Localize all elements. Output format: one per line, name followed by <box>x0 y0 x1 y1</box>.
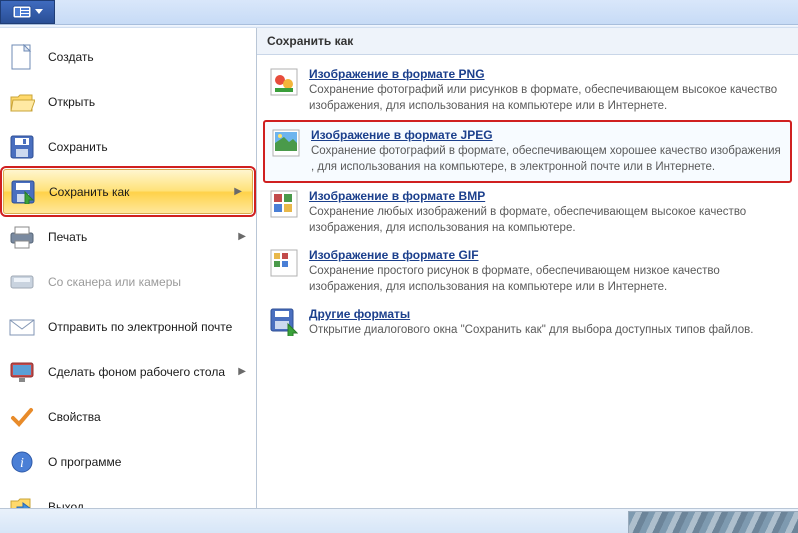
dropdown-arrow-icon <box>35 9 43 15</box>
format-desc: Сохранение любых изображений в формате, … <box>309 205 786 236</box>
file-menu-right: Сохранить как Изображение в формате PNG … <box>257 28 798 508</box>
menu-label: Сохранить <box>48 140 108 154</box>
submenu-header: Сохранить как <box>257 28 798 55</box>
gif-icon <box>269 248 299 278</box>
svg-text:i: i <box>20 456 24 471</box>
format-text: Изображение в формате PNG Сохранение фот… <box>309 67 786 114</box>
format-item-png[interactable]: Изображение в формате PNG Сохранение фот… <box>263 61 792 120</box>
format-item-other[interactable]: Другие форматы Открытие диалогового окна… <box>263 301 792 345</box>
app-menu-icon <box>12 5 32 19</box>
menu-label: Открыть <box>48 95 95 109</box>
new-document-icon <box>8 43 36 71</box>
save-dialog-icon <box>269 307 299 337</box>
menu-item-save-as[interactable]: Сохранить как ▶ <box>3 169 253 214</box>
format-text: Изображение в формате GIF Сохранение про… <box>309 248 786 295</box>
format-item-gif[interactable]: Изображение в формате GIF Сохранение про… <box>263 242 792 301</box>
menu-label: Отправить по электронной почте <box>48 320 232 334</box>
format-desc: Сохранение простого рисунок в формате, о… <box>309 264 786 295</box>
menu-label: Со сканера или камеры <box>48 275 181 289</box>
menu-label: Печать <box>48 230 87 244</box>
format-item-bmp[interactable]: Изображение в формате BMP Сохранение люб… <box>263 183 792 242</box>
menu-label: Свойства <box>48 410 101 424</box>
menu-item-print[interactable]: Печать ▶ <box>0 214 256 259</box>
menu-label: Сохранить как <box>49 185 129 199</box>
format-desc: Сохранение фотографий в формате, обеспеч… <box>311 144 784 175</box>
canvas-preview <box>628 511 798 533</box>
jpeg-icon <box>271 128 301 158</box>
format-title: Изображение в формате BMP <box>309 189 786 203</box>
format-title: Изображение в формате JPEG <box>311 128 784 142</box>
submenu-arrow-icon: ▶ <box>238 366 246 377</box>
printer-icon <box>8 223 36 251</box>
menu-item-scanner: Со сканера или камеры <box>0 259 256 304</box>
app-menu-button[interactable] <box>0 0 55 24</box>
submenu-arrow-icon: ▶ <box>234 186 242 197</box>
format-text: Изображение в формате BMP Сохранение люб… <box>309 189 786 236</box>
submenu-arrow-icon: ▶ <box>238 231 246 242</box>
menu-item-save[interactable]: Сохранить <box>0 124 256 169</box>
titlebar <box>0 0 798 25</box>
format-desc: Сохранение фотографий или рисунков в фор… <box>309 83 786 114</box>
checkmark-icon <box>8 403 36 431</box>
png-icon <box>269 67 299 97</box>
status-bar <box>0 508 798 533</box>
format-text: Изображение в формате JPEG Сохранение фо… <box>311 128 784 175</box>
envelope-icon <box>8 313 36 341</box>
menu-label: Сделать фоном рабочего стола <box>48 365 225 379</box>
menu-item-about[interactable]: i О программе <box>0 439 256 484</box>
monitor-icon <box>8 358 36 386</box>
folder-open-icon <box>8 88 36 116</box>
menu-item-new[interactable]: Создать <box>0 34 256 79</box>
file-menu-left: Создать Открыть Сохранить Сохранить как … <box>0 28 257 508</box>
bmp-icon <box>269 189 299 219</box>
floppy-save-as-icon <box>9 178 37 206</box>
format-item-jpeg[interactable]: Изображение в формате JPEG Сохранение фо… <box>263 120 792 183</box>
menu-item-desktop-bg[interactable]: Сделать фоном рабочего стола ▶ <box>0 349 256 394</box>
format-title: Изображение в формате GIF <box>309 248 786 262</box>
menu-label: Создать <box>48 50 94 64</box>
info-icon: i <box>8 448 36 476</box>
format-title: Другие форматы <box>309 307 786 321</box>
scanner-icon <box>8 268 36 296</box>
submenu-body: Изображение в формате PNG Сохранение фот… <box>257 55 798 351</box>
menu-label: О программе <box>48 455 121 469</box>
floppy-save-icon <box>8 133 36 161</box>
file-menu: Создать Открыть Сохранить Сохранить как … <box>0 28 798 508</box>
menu-item-properties[interactable]: Свойства <box>0 394 256 439</box>
format-desc: Открытие диалогового окна "Сохранить как… <box>309 323 786 339</box>
menu-item-email[interactable]: Отправить по электронной почте <box>0 304 256 349</box>
format-text: Другие форматы Открытие диалогового окна… <box>309 307 786 339</box>
menu-item-open[interactable]: Открыть <box>0 79 256 124</box>
format-title: Изображение в формате PNG <box>309 67 786 81</box>
